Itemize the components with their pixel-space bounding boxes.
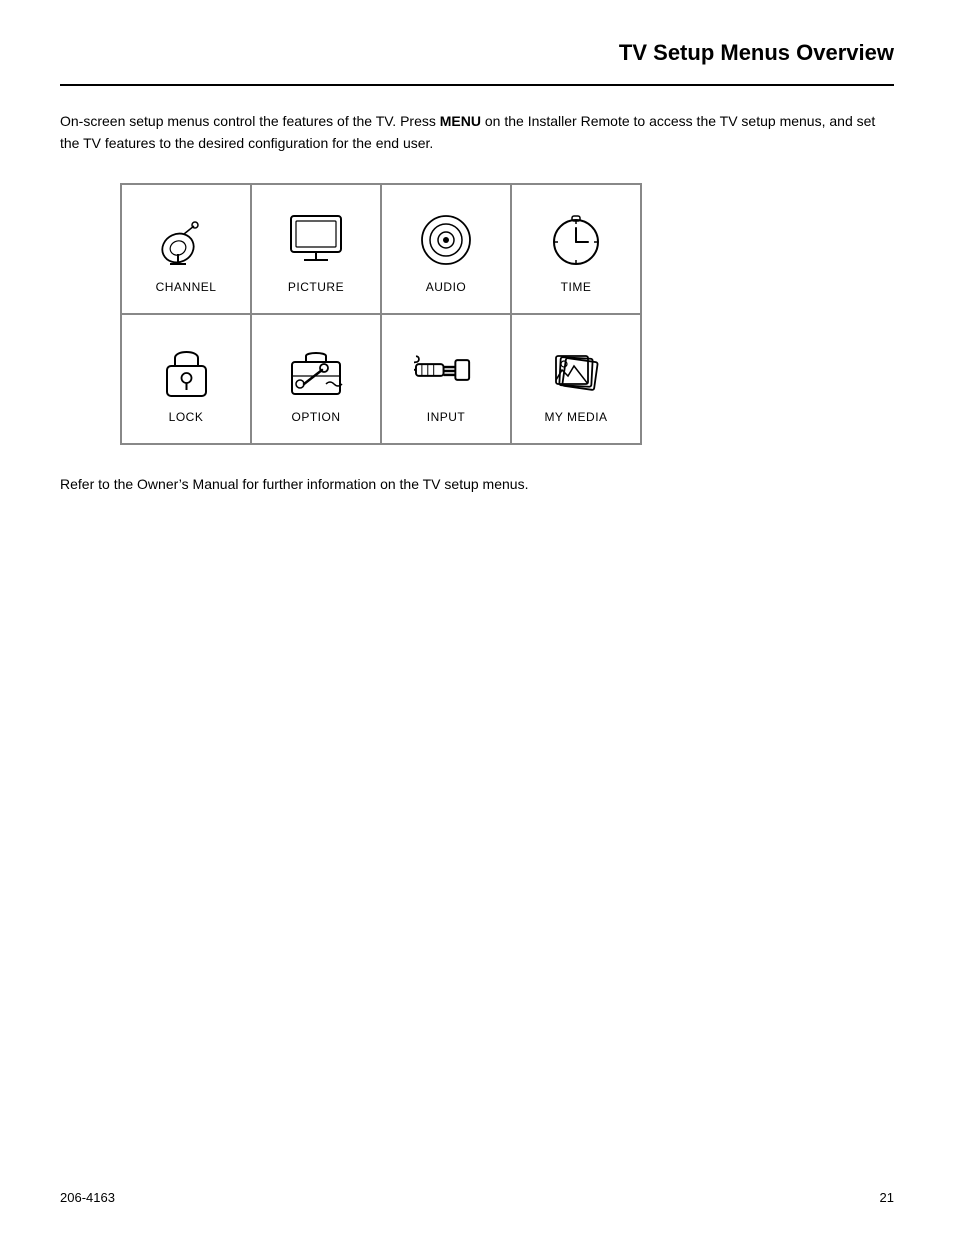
page-title: TV Setup Menus Overview xyxy=(60,40,894,66)
my-media-icon xyxy=(544,338,608,402)
channel-label: CHANNEL xyxy=(156,280,217,294)
input-label: INPUT xyxy=(427,410,466,424)
intro-paragraph: On-screen setup menus control the featur… xyxy=(60,110,894,155)
page-footer: 206-4163 21 xyxy=(60,1190,894,1205)
menu-cell-audio: AUDIO xyxy=(381,184,511,314)
menu-cell-picture: PICTURE xyxy=(251,184,381,314)
audio-label: AUDIO xyxy=(426,280,467,294)
menu-grid-container: CHANNEL PICTURE xyxy=(120,183,642,445)
footer-paragraph: Refer to the Owner’s Manual for further … xyxy=(60,473,894,495)
menu-cell-time: TIME xyxy=(511,184,641,314)
lock-icon xyxy=(154,338,218,402)
time-icon xyxy=(544,208,608,272)
picture-icon xyxy=(284,208,348,272)
menu-cell-my-media: MY MEDIA xyxy=(511,314,641,444)
menu-grid: CHANNEL PICTURE xyxy=(121,184,641,444)
page-content: TV Setup Menus Overview On-screen setup … xyxy=(0,0,954,555)
doc-number: 206-4163 xyxy=(60,1190,115,1205)
divider xyxy=(60,84,894,86)
option-label: OPTION xyxy=(291,410,340,424)
intro-text-before: On-screen setup menus control the featur… xyxy=(60,113,440,129)
intro-bold-word: MENU xyxy=(440,113,481,129)
audio-icon xyxy=(414,208,478,272)
menu-cell-option: OPTION xyxy=(251,314,381,444)
lock-label: LOCK xyxy=(169,410,204,424)
option-icon xyxy=(284,338,348,402)
channel-icon xyxy=(154,208,218,272)
my-media-label: MY MEDIA xyxy=(544,410,607,424)
menu-cell-input: INPUT xyxy=(381,314,511,444)
time-label: TIME xyxy=(561,280,592,294)
input-icon xyxy=(414,338,478,402)
menu-cell-channel: CHANNEL xyxy=(121,184,251,314)
picture-label: PICTURE xyxy=(288,280,344,294)
page-number: 21 xyxy=(880,1190,894,1205)
menu-cell-lock: LOCK xyxy=(121,314,251,444)
